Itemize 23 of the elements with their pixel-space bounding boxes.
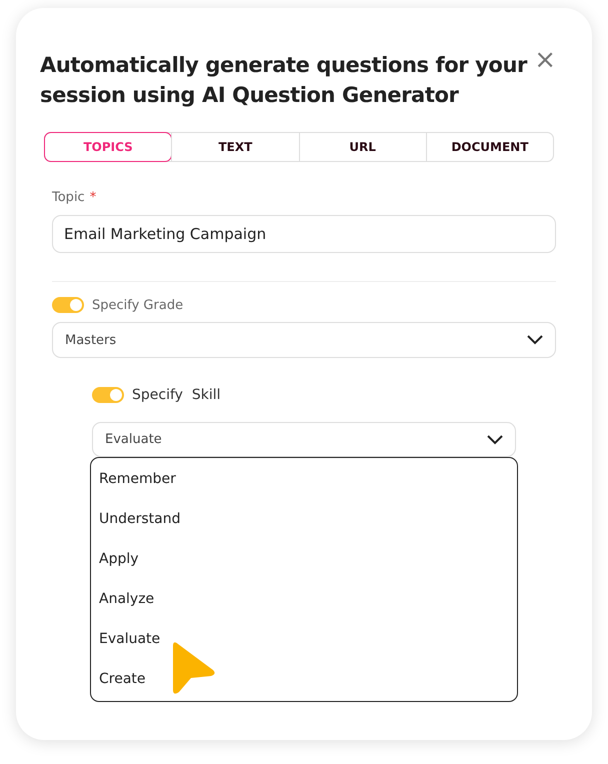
- skill-select[interactable]: Evaluate: [92, 422, 516, 457]
- toggle-switch[interactable]: [52, 297, 84, 313]
- field-label: Topic: [52, 190, 85, 205]
- tab[interactable]: URL: [298, 133, 426, 161]
- topic-input[interactable]: Email Marketing Campaign: [52, 215, 556, 253]
- chevron-down-icon: [527, 335, 543, 345]
- menu-option[interactable]: Create: [91, 659, 517, 699]
- menu-option[interactable]: Understand: [91, 499, 517, 539]
- grade-select[interactable]: Masters: [52, 322, 556, 358]
- menu-option[interactable]: Apply: [91, 539, 517, 579]
- required-mark: *: [90, 190, 96, 205]
- menu-option[interactable]: Evaluate: [91, 619, 517, 659]
- menu-option[interactable]: Analyze: [91, 579, 517, 619]
- chevron-down-icon: [487, 434, 503, 444]
- toggle-switch[interactable]: [92, 387, 124, 403]
- tab[interactable]: TOPICS: [44, 132, 172, 162]
- toggle-label: Specify Grade: [92, 298, 184, 312]
- tab[interactable]: TEXT: [171, 133, 298, 161]
- tab[interactable]: DOCUMENT: [426, 133, 553, 161]
- toggle-label: Specify Skill: [132, 387, 221, 403]
- dialog-title: Automatically generate questions for your session using AI Question Generator: [40, 52, 528, 109]
- close-button[interactable]: ×: [530, 50, 556, 70]
- menu-option[interactable]: Remember: [91, 459, 517, 499]
